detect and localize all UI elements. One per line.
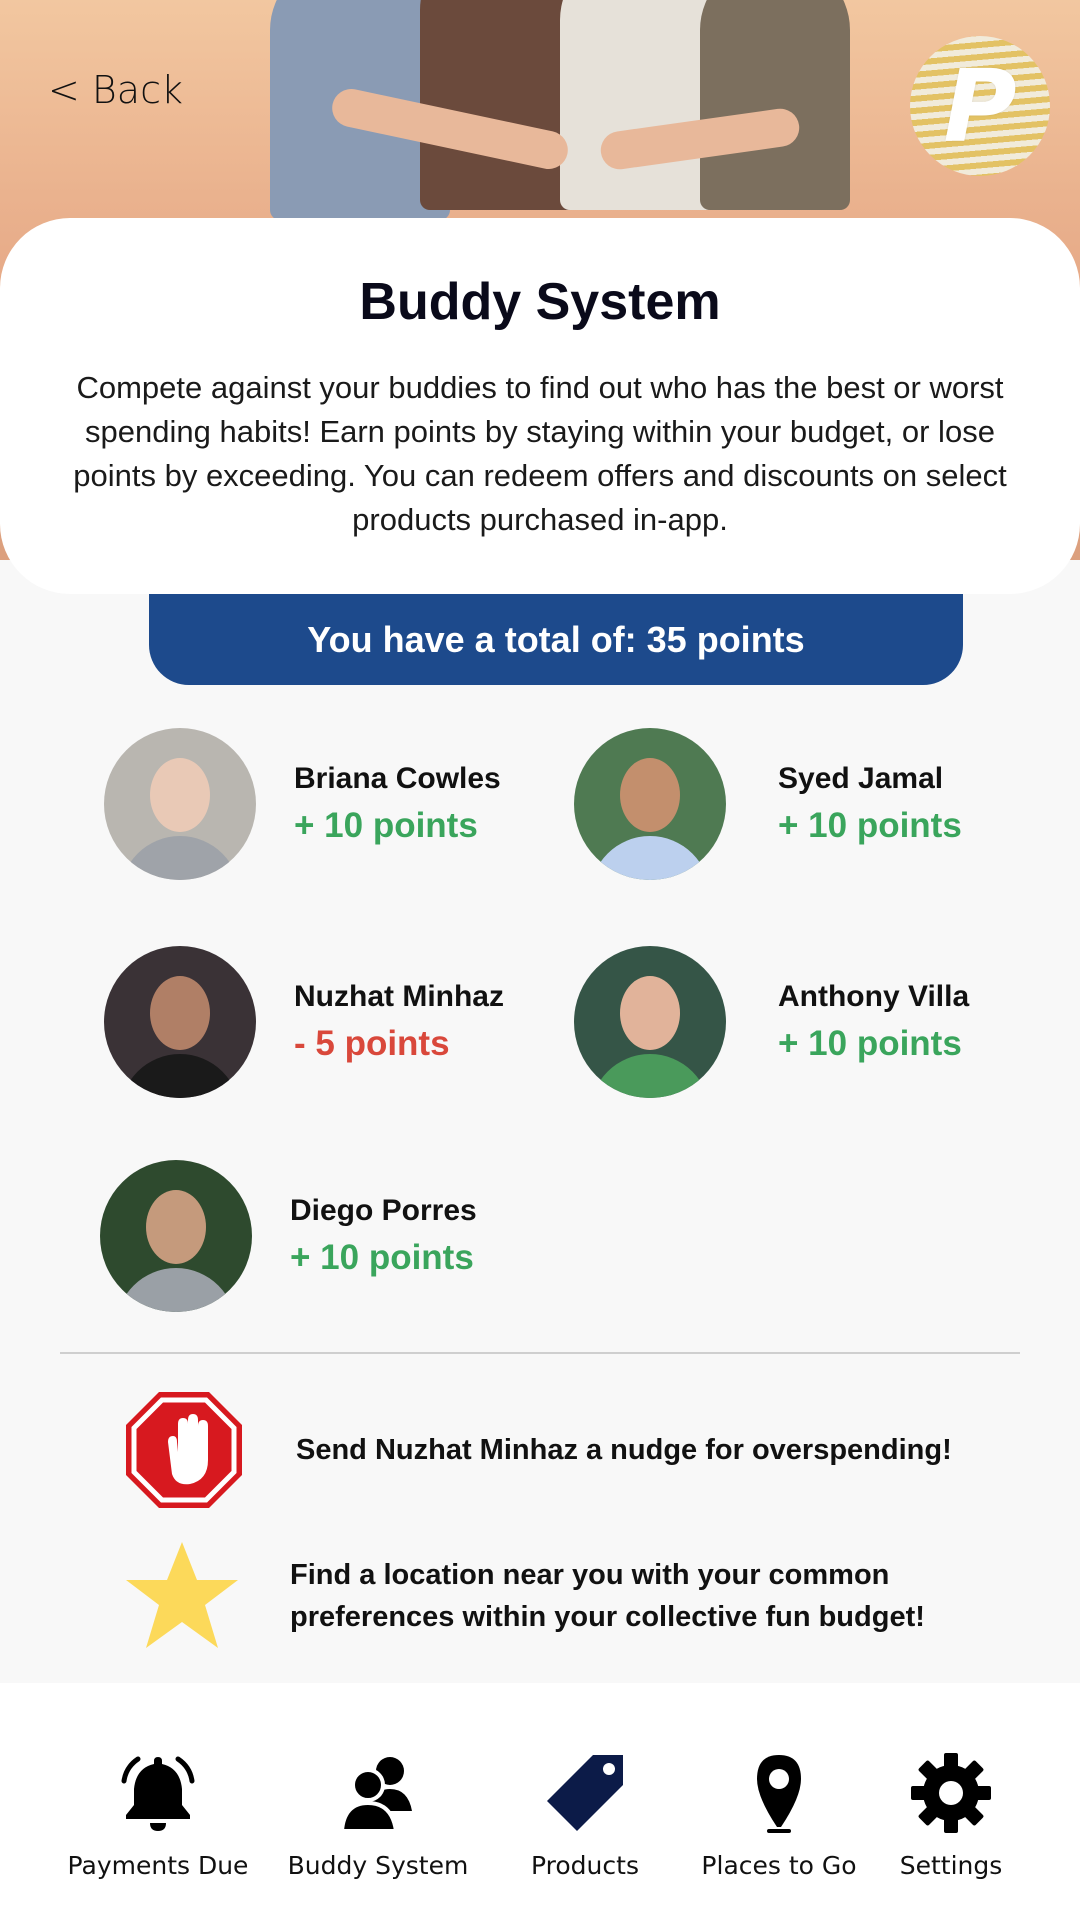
avatar: [104, 728, 256, 880]
back-button[interactable]: < Back: [48, 68, 183, 112]
buddy-points: + 10 points: [290, 1238, 474, 1277]
hero-person: [700, 0, 850, 210]
buddy-card[interactable]: Syed Jamal + 10 points: [574, 728, 962, 880]
buddy-card[interactable]: Anthony Villa + 10 points: [574, 946, 969, 1098]
nav-item-products[interactable]: Products: [485, 1751, 685, 1880]
divider: [60, 1352, 1020, 1354]
intro-description: Compete against your buddies to find out…: [73, 370, 1007, 537]
nav-label: Settings: [899, 1851, 1003, 1880]
page-title: Buddy System: [359, 273, 721, 331]
buddy-name: Nuzhat Minhaz: [294, 980, 504, 1013]
avatar: [574, 728, 726, 880]
nav-item-places-to-go[interactable]: Places to Go: [679, 1751, 879, 1880]
nav-label: Products: [531, 1851, 639, 1880]
nav-label: Payments Due: [67, 1851, 249, 1880]
total-points-banner: You have a total of: 35 points: [149, 594, 963, 685]
gear-icon: [911, 1753, 991, 1833]
map-pin-icon: [757, 1755, 801, 1833]
users-icon: [339, 1757, 412, 1833]
find-location-action[interactable]: Find a location near you with your commo…: [124, 1540, 990, 1652]
logo-letter: P: [943, 47, 1017, 165]
bottom-nav: Payments Due Buddy System Products Place…: [0, 1683, 1080, 1920]
intro-card: Buddy System Compete against your buddie…: [0, 218, 1080, 594]
tag-icon: [547, 1755, 623, 1831]
buddy-name: Briana Cowles: [294, 762, 501, 795]
nav-label: Buddy System: [287, 1851, 469, 1880]
avatar: [100, 1160, 252, 1312]
nav-item-payments-due[interactable]: Payments Due: [58, 1751, 258, 1880]
find-location-text: Find a location near you with your commo…: [290, 1559, 925, 1633]
buddy-card[interactable]: Briana Cowles + 10 points: [104, 728, 501, 880]
stop-hand-icon: [126, 1392, 242, 1508]
bell-icon: [121, 1756, 195, 1831]
buddy-card[interactable]: Diego Porres + 10 points: [100, 1160, 477, 1312]
nav-label: Places to Go: [701, 1851, 857, 1880]
buddy-points: + 10 points: [294, 806, 478, 845]
star-icon: [126, 1542, 238, 1648]
nav-item-settings[interactable]: Settings: [851, 1751, 1051, 1880]
buddy-points: + 10 points: [778, 1024, 962, 1063]
nav-item-buddy-system[interactable]: Buddy System: [278, 1751, 478, 1880]
nudge-action[interactable]: Send Nuzhat Minhaz a nudge for overspend…: [124, 1390, 952, 1510]
avatar: [574, 946, 726, 1098]
nudge-text: Send Nuzhat Minhaz a nudge for overspend…: [296, 1434, 952, 1466]
avatar: [104, 946, 256, 1098]
buddy-points: - 5 points: [294, 1024, 450, 1063]
buddy-card[interactable]: Nuzhat Minhaz - 5 points: [104, 946, 504, 1098]
buddy-points: + 10 points: [778, 806, 962, 845]
buddy-name: Syed Jamal: [778, 762, 944, 795]
buddy-name: Anthony Villa: [778, 980, 970, 1013]
app-logo: P: [910, 36, 1050, 176]
buddy-name: Diego Porres: [290, 1194, 477, 1227]
